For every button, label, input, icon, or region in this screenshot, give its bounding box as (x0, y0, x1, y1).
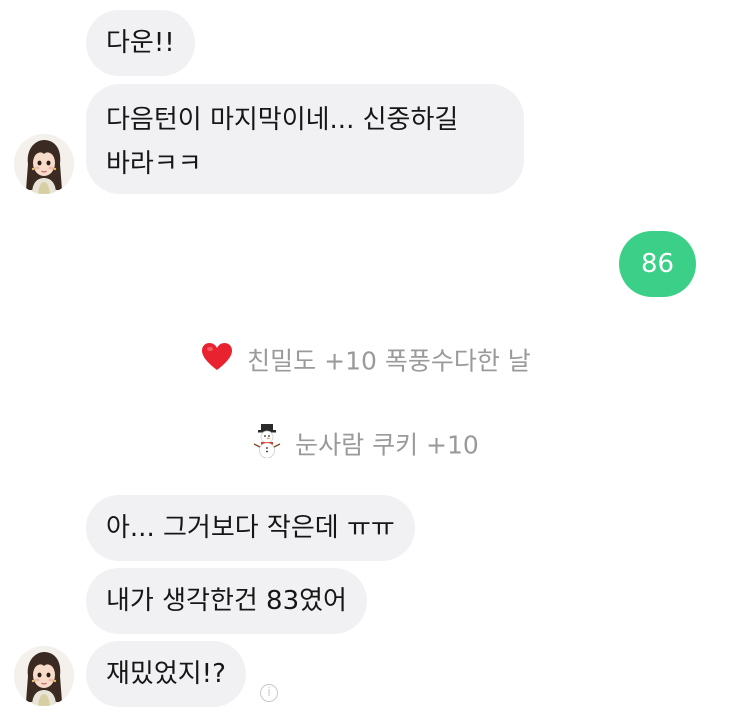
avatar-girl-icon (14, 646, 74, 706)
received-message[interactable]: 아... 그거보다 작은데 ㅠㅠ (86, 495, 415, 561)
info-icon[interactable]: i (260, 684, 278, 702)
avatar[interactable] (14, 646, 74, 706)
heart-icon (201, 342, 233, 381)
received-message[interactable]: 재밌었지!? (86, 641, 246, 707)
cookie-label: 눈사람 쿠키 +10 (295, 430, 479, 460)
received-message[interactable]: 내가 생각한건 83였어 (86, 568, 367, 634)
intimacy-notice: 친밀도 +10 폭풍수다한 날 (0, 342, 732, 381)
sent-message[interactable]: 86 (619, 231, 697, 297)
received-message[interactable]: 다음턴이 마지막이네... 신중하길 바라ㅋㅋ (86, 84, 524, 194)
message-text: 86 (641, 249, 675, 279)
message-text: 다운!! (106, 28, 175, 58)
message-text: 아... 그거보다 작은데 ㅠㅠ (106, 513, 395, 543)
message-text: 내가 생각한건 83였어 (106, 586, 347, 616)
message-text: 재밌었지!? (106, 659, 226, 689)
cookie-notice: 눈사람 쿠키 +10 (0, 424, 732, 467)
message-text-line: 다음턴이 마지막이네... 신중하길 (106, 105, 459, 135)
avatar-girl-icon (14, 134, 74, 194)
avatar[interactable] (14, 134, 74, 194)
snowman-icon (253, 424, 281, 467)
message-text-line: 바라ㅋㅋ (106, 149, 202, 179)
intimacy-label: 친밀도 +10 폭풍수다한 날 (247, 346, 531, 376)
received-message[interactable]: 다운!! (86, 10, 195, 76)
